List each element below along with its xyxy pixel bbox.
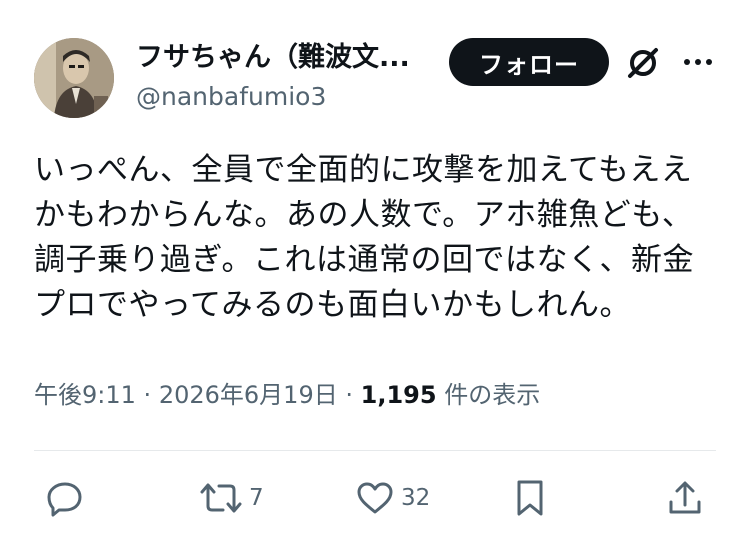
post-date[interactable]: 2026年6月19日 bbox=[159, 381, 338, 409]
meta-separator: · bbox=[345, 381, 353, 409]
repost-count: 7 bbox=[249, 485, 264, 511]
views-count[interactable]: 1,195 bbox=[361, 381, 437, 409]
repost-icon bbox=[200, 483, 242, 513]
post-detail: フサちゃん（難波文... @nanbafumio3 フォロー いっぺん、全員で全… bbox=[0, 0, 750, 544]
post-text-line: プロでやってみるのも面白いかもしれん。 bbox=[34, 287, 631, 323]
share-button[interactable] bbox=[665, 476, 705, 520]
post-text-line: かもわからんな。あの人数で。アホ雑魚ども、 bbox=[34, 197, 694, 233]
post-text-line: 調子乗り過ぎ。これは通常の回ではなく、新金 bbox=[34, 242, 694, 278]
repost-button[interactable]: 7 bbox=[199, 476, 264, 520]
like-button[interactable]: 32 bbox=[355, 476, 430, 520]
like-count: 32 bbox=[401, 485, 431, 511]
avatar[interactable] bbox=[34, 38, 114, 118]
profile-photo bbox=[34, 38, 114, 118]
divider bbox=[34, 450, 716, 451]
user-handle[interactable]: @nanbafumio3 bbox=[136, 80, 326, 114]
heart-icon bbox=[357, 482, 393, 514]
views-label: 件の表示 bbox=[444, 381, 541, 409]
post-time[interactable]: 午後9:11 bbox=[34, 381, 136, 409]
grok-icon[interactable] bbox=[624, 44, 662, 82]
reply-icon bbox=[47, 482, 82, 517]
display-name[interactable]: フサちゃん（難波文... bbox=[136, 40, 426, 76]
post-meta: 午後9:11 · 2026年6月19日 · 1,195 件の表示 bbox=[34, 378, 540, 412]
action-bar: 7 32 bbox=[0, 470, 750, 526]
post-text: いっぺん、全員で全面的に攻撃を加えてもええ かもわからんな。あの人数で。アホ雑魚… bbox=[34, 148, 724, 328]
post-text-line: いっぺん、全員で全面的に攻撃を加えてもええ bbox=[34, 152, 693, 188]
more-dots-icon[interactable] bbox=[680, 44, 716, 80]
bookmark-icon bbox=[517, 480, 543, 516]
meta-separator: · bbox=[143, 381, 152, 409]
reply-button[interactable] bbox=[45, 476, 85, 520]
share-icon bbox=[669, 481, 701, 514]
follow-button[interactable]: フォロー bbox=[449, 38, 609, 86]
bookmark-button[interactable] bbox=[512, 476, 548, 520]
